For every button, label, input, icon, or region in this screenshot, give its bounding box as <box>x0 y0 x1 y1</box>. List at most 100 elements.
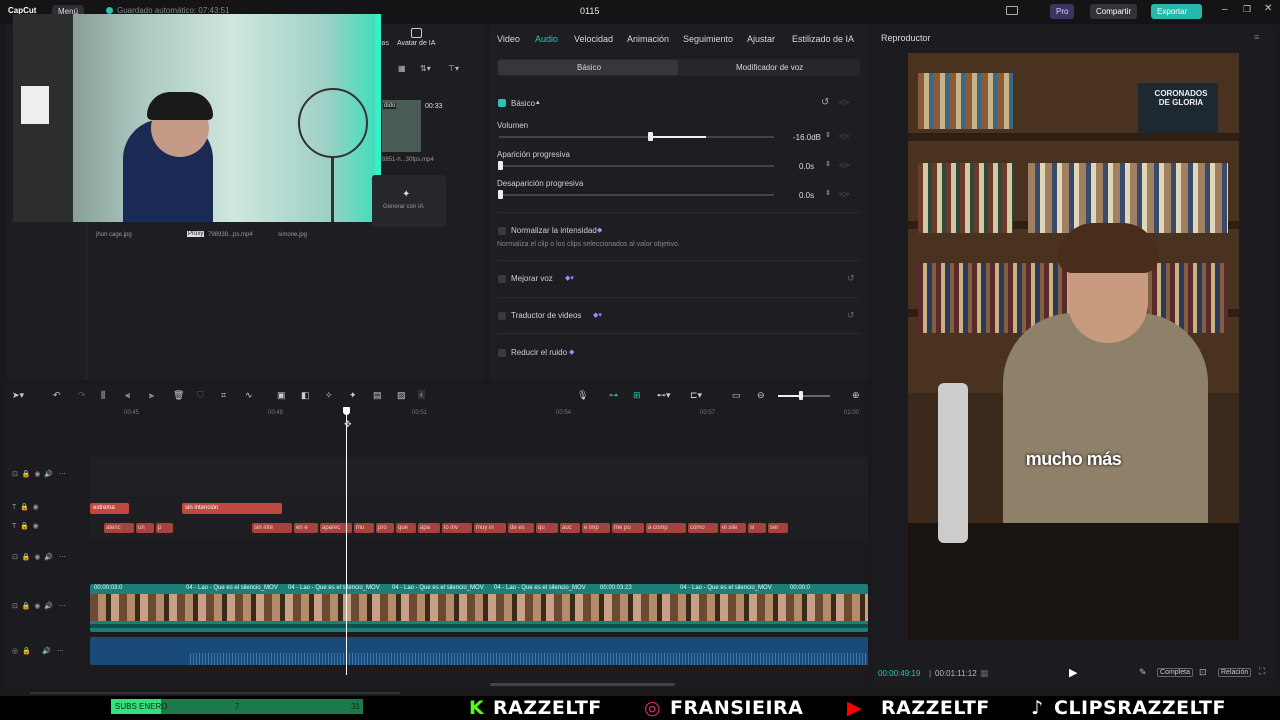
wand-icon[interactable]: ✦ <box>349 390 357 401</box>
share-button[interactable]: Compartir <box>1090 4 1138 19</box>
text-clip[interactable]: mu <box>354 523 374 533</box>
keyframe-icon[interactable]: ‹◇› <box>839 190 849 198</box>
tool-icon[interactable]: ▣ <box>277 390 286 401</box>
collapse-icon[interactable]: ‹ <box>418 390 425 399</box>
reset-icon[interactable]: ↺ <box>847 310 855 321</box>
tab-seguimiento[interactable]: Seguimiento <box>683 34 733 44</box>
text-clip[interactable]: auc <box>560 523 580 533</box>
time-ruler[interactable]: 00:45 00:48 00:51 00:54 00:57 01:00 <box>90 407 868 419</box>
track-controls[interactable]: ◎ 🔒 🔊 ⋯ <box>12 647 64 655</box>
filter-icon[interactable]: ⊤▾ <box>448 64 459 73</box>
fadeout-knob[interactable] <box>498 190 503 199</box>
basic-checkbox[interactable] <box>498 99 506 107</box>
track-controls[interactable]: T 🔒 ◉ <box>12 522 39 530</box>
fadeout-slider[interactable] <box>499 194 774 196</box>
track-controls[interactable]: T 🔒 ◉ <box>12 503 39 511</box>
fadeout-value[interactable]: 0.0s <box>799 191 814 200</box>
compare-icon[interactable]: ⊏▾ <box>690 390 702 401</box>
sort-icon[interactable]: ⇅▾ <box>420 64 431 73</box>
tab-animacion[interactable]: Animación <box>627 34 669 44</box>
select-tool-icon[interactable]: ➤▾ <box>12 390 24 401</box>
text-clip[interactable]: que <box>396 523 416 533</box>
complete-button[interactable]: Completa <box>1157 668 1193 677</box>
text-clip[interactable]: atenc <box>104 523 134 533</box>
text-clip[interactable]: a comp <box>646 523 686 533</box>
stepper-icon[interactable]: ⇕ <box>825 160 831 168</box>
pro-button[interactable]: Pro <box>1050 4 1075 19</box>
undo-icon[interactable]: ↶ <box>53 390 61 401</box>
keyframe-icon[interactable]: ‹◇› <box>839 98 849 106</box>
split-right-icon[interactable]: ⫸ <box>149 390 154 401</box>
grid-view-icon[interactable]: ▦ <box>398 64 406 73</box>
text-clip[interactable]: ser <box>768 523 788 533</box>
microphone-icon[interactable]: 🎙 <box>577 390 588 401</box>
tab-velocidad[interactable]: Velocidad <box>574 34 613 44</box>
close-icon[interactable]: ✕ <box>1264 3 1272 14</box>
noise-checkbox[interactable] <box>498 349 506 357</box>
shield-icon[interactable]: ⛉ <box>197 390 204 401</box>
chain-icon[interactable]: ⊷▾ <box>657 390 671 401</box>
fullscreen-icon[interactable]: ⛶ <box>1259 666 1265 677</box>
tab-video[interactable]: Video <box>497 34 520 44</box>
video-preview[interactable]: CORONADOS DE GLORIA mucho más <box>908 53 1239 640</box>
magic-icon[interactable]: ✧ <box>325 390 333 401</box>
volume-value[interactable]: -16.0dB <box>793 133 821 142</box>
text-clip[interactable]: lo inv <box>442 523 472 533</box>
normalize-checkbox[interactable] <box>498 227 506 235</box>
text-clip[interactable]: el sile <box>720 523 746 533</box>
maximize-icon[interactable]: ❐ <box>1243 4 1251 15</box>
tab-estilizado-ia[interactable]: Estilizado de IA <box>792 34 854 44</box>
delete-icon[interactable]: 🗑 <box>173 390 184 401</box>
playhead-handle[interactable] <box>343 407 350 415</box>
curve-icon[interactable]: ∿ <box>245 390 253 401</box>
zoom-knob[interactable] <box>799 391 803 400</box>
reset-icon[interactable]: ↺ <box>847 273 855 284</box>
preview-icon[interactable]: ▭ <box>732 390 741 401</box>
layout-icon[interactable] <box>1006 6 1018 15</box>
reset-icon[interactable]: ↺ <box>821 97 829 108</box>
text-clip[interactable]: de es <box>508 523 534 533</box>
text-clip[interactable]: pro <box>376 523 394 533</box>
timeline-scrollbar[interactable] <box>490 683 675 686</box>
track-controls[interactable]: ⊡ 🔒 ◉ 🔊 ⋯ <box>12 553 66 561</box>
grid-icon[interactable]: ▦ <box>980 668 989 679</box>
text-clip[interactable]: aparec <box>320 523 352 533</box>
text-clip[interactable]: en e <box>294 523 318 533</box>
text-clip[interactable]: sin intención <box>182 503 282 514</box>
translate-checkbox[interactable] <box>498 312 506 320</box>
tab-ajustar[interactable]: Ajustar <box>747 34 775 44</box>
keyframe-icon[interactable]: ‹◇› <box>839 132 849 140</box>
play-button[interactable]: ▶ <box>1069 666 1077 679</box>
text-clip[interactable]: un <box>136 523 154 533</box>
tab-partial[interactable]: las <box>380 40 389 47</box>
generate-ia-card[interactable] <box>372 175 446 227</box>
edit-icon[interactable]: ✎ <box>1139 667 1147 678</box>
text-clip[interactable]: apa <box>418 523 440 533</box>
tab-avatar-ia[interactable]: Avatar de IA <box>397 40 435 47</box>
mirror-icon[interactable]: ◧ <box>301 390 310 401</box>
fadein-value[interactable]: 0.0s <box>799 162 814 171</box>
stepper-icon[interactable]: ⇕ <box>825 189 831 197</box>
text-clip[interactable]: sin inte <box>252 523 292 533</box>
tab-audio[interactable]: Audio <box>535 34 558 44</box>
minimize-icon[interactable]: – <box>1222 4 1228 15</box>
caption-icon[interactable]: ▤ <box>373 390 382 401</box>
menu-icon[interactable]: ≡ <box>1254 32 1259 42</box>
horizontal-scrollbar[interactable] <box>30 692 400 694</box>
volume-slider[interactable] <box>499 136 774 138</box>
text-clip[interactable]: qu <box>536 523 558 533</box>
audio-clip-track[interactable] <box>90 637 868 665</box>
keyframe-icon[interactable]: ‹◇› <box>839 161 849 169</box>
export-button[interactable]: Exportar <box>1151 4 1202 19</box>
text-clip[interactable]: cómo <box>688 523 718 533</box>
split-left-icon[interactable]: ⫷ <box>125 390 130 401</box>
playhead[interactable] <box>346 407 347 675</box>
pro-gem-icon[interactable]: ◆▾ <box>565 274 574 282</box>
text-clip[interactable]: si <box>748 523 766 533</box>
focus-icon[interactable]: ⊡ <box>1199 667 1207 678</box>
pro-gem-icon[interactable]: ◆▾ <box>593 311 602 319</box>
subtab-modificador-voz[interactable]: Modificador de voz <box>736 63 803 72</box>
text-clip[interactable]: me pu <box>612 523 644 533</box>
zoom-out-icon[interactable]: ⊖ <box>757 390 765 401</box>
magnet-icon[interactable]: ⊞ <box>633 390 641 401</box>
